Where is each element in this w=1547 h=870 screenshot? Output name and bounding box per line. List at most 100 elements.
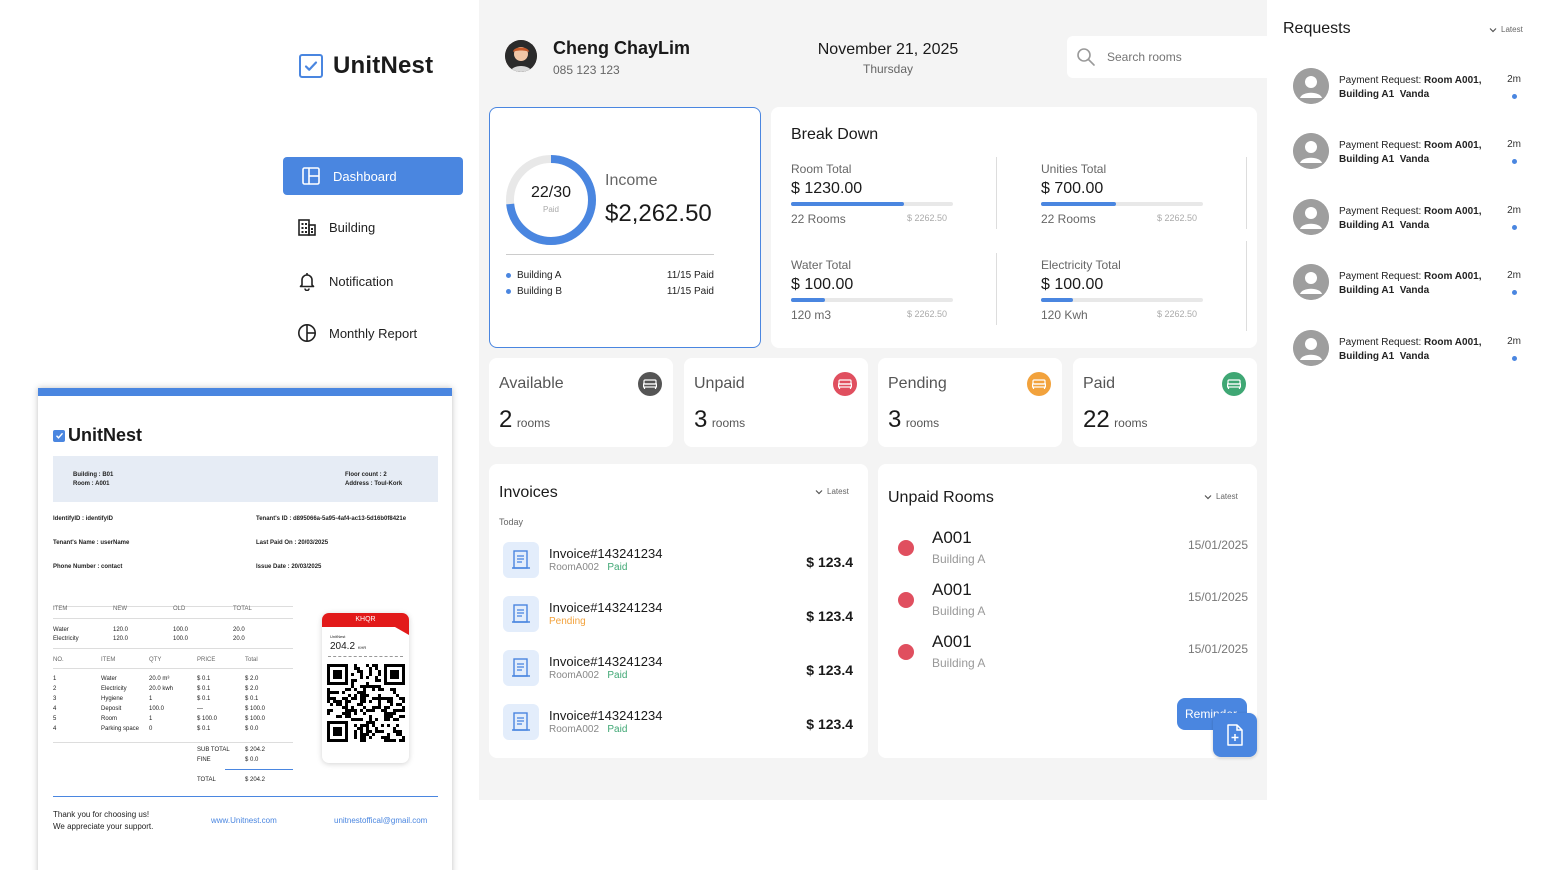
item-cell: $ 0.1 [197, 676, 211, 682]
unpaid-status-dot [898, 540, 914, 556]
doc-fine-label: FINE [197, 757, 211, 763]
nav-item-building[interactable]: Building [283, 208, 463, 246]
doc-thanks-2: We appreciate your support. [53, 822, 154, 831]
request-item[interactable]: Payment Request: Room A001, Building A1 V… [1293, 199, 1523, 239]
breakdown-max: $ 2262.50 [907, 213, 948, 223]
stat-value: 22 rooms [1083, 406, 1148, 434]
khqr-card[interactable]: KHQR UnitNest 204.2 KHR [322, 613, 409, 763]
doc-tenant-id: Tenant's ID : d895066a-5a95-4af4-ac13-5d… [256, 516, 407, 522]
nav-item-notification[interactable]: Notification [283, 262, 463, 300]
user-avatar-icon [1293, 68, 1329, 104]
room-name: A001 [932, 528, 972, 547]
request-building: Building A1 [1339, 220, 1395, 231]
invoices-title: Invoices [499, 484, 558, 501]
brand-logo[interactable]: UnitNest [299, 52, 433, 80]
doc-website-link[interactable]: www.Unitnest.com [211, 816, 277, 825]
invoice-meta: RoomA002 Paid [549, 562, 627, 573]
invoice-status: Paid [607, 670, 628, 681]
room-due-date: 15/01/2025 [1187, 590, 1248, 604]
unpaid-room-row[interactable]: A001 Building A 15/01/2025 [898, 528, 1248, 572]
user-avatar-icon [1293, 199, 1329, 235]
progress-fill [791, 298, 826, 302]
breakdown-electricity-total: Electricity Total $ 100.00 120 Kwh $ 226… [1041, 258, 1211, 323]
chevron-down-icon [815, 489, 823, 494]
search-bar[interactable] [1067, 36, 1267, 78]
unpaid-sort-dropdown[interactable]: Latest [1204, 492, 1238, 501]
invoice-amount: $ 123.4 [806, 716, 853, 732]
invoices-card: Invoices Latest Today Invoice#143241234 … [489, 464, 868, 758]
doc-subtotal-label: SUB TOTAL [197, 747, 230, 753]
request-item[interactable]: Payment Request: Room A001, Building A1 V… [1293, 133, 1523, 173]
user-phone: 085 123 123 [553, 63, 620, 77]
item-cell: 4 [53, 726, 57, 732]
invoice-status: Paid [607, 562, 628, 573]
unpaid-room-row[interactable]: A001 Building A 15/01/2025 [898, 632, 1248, 676]
building-paid: 11/15 Paid [666, 270, 714, 281]
qr-code-icon [327, 664, 405, 742]
doc-address: Address : Toul-Kork [345, 481, 403, 487]
unread-dot [1512, 225, 1517, 230]
bed-icon [1027, 372, 1051, 396]
stat-card-pending[interactable]: Pending 3 rooms [878, 358, 1062, 447]
invoice-document-preview[interactable]: UnitNest Building : B01 Room : A001 Floo… [38, 388, 452, 870]
request-building: Building A1 [1339, 89, 1395, 100]
item-cell: $ 0.1 [197, 696, 211, 702]
stat-card-available[interactable]: Available 2 rooms [489, 358, 673, 447]
divider [53, 618, 293, 619]
invoice-row[interactable]: Invoice#143241234 Pending $ 123.4 [503, 596, 853, 636]
request-time: 2m [1507, 336, 1521, 347]
room-building: Building A [932, 656, 986, 670]
sort-label: Latest [1216, 492, 1238, 501]
items-col-qty: QTY [149, 657, 162, 663]
requests-sort-dropdown[interactable]: Latest [1489, 25, 1523, 34]
invoice-meta: RoomA002 Paid [549, 724, 627, 735]
nav-item-monthly-report[interactable]: Monthly Report [283, 314, 463, 352]
user-avatar-icon [1293, 330, 1329, 366]
divider [225, 769, 293, 770]
invoice-row[interactable]: Invoice#143241234 RoomA002 Paid $ 123.4 [503, 542, 853, 582]
invoice-room: RoomA002 [549, 670, 600, 681]
item-cell: $ 2.0 [245, 676, 259, 682]
stat-count: 2 [499, 406, 513, 433]
request-item[interactable]: Payment Request: Room A001, Building A1 V… [1293, 264, 1523, 304]
stat-unit: rooms [1114, 416, 1148, 430]
doc-tenant-name: Tenant's Name : userName [53, 540, 130, 546]
new-document-button[interactable] [1213, 713, 1257, 757]
stat-unit: rooms [516, 416, 551, 430]
receipt-icon [503, 650, 539, 686]
item-cell: 4 [53, 706, 57, 712]
doc-email-link[interactable]: unitnestoffical@gmail.com [334, 816, 427, 825]
invoice-row[interactable]: Invoice#143241234 RoomA002 Paid $ 123.4 [503, 650, 853, 690]
user-avatar-icon [1293, 133, 1329, 169]
stat-card-unpaid[interactable]: Unpaid 3 rooms [684, 358, 868, 447]
meter-cell: 20.0 [233, 636, 245, 642]
nav-item-dashboard[interactable]: Dashboard [283, 157, 463, 195]
building-paid: 11/15 Paid [666, 286, 714, 297]
search-input[interactable] [1107, 47, 1257, 67]
bullet [506, 273, 511, 278]
invoice-row[interactable]: Invoice#143241234 RoomA002 Paid $ 123.4 [503, 704, 853, 744]
item-cell: Room [101, 716, 118, 722]
divider [53, 668, 293, 669]
doc-brand: UnitNest [53, 425, 142, 446]
user-avatar[interactable] [505, 40, 537, 72]
request-text: Payment Request: Room A001, Building A1 V… [1339, 74, 1499, 102]
unread-dot [1512, 290, 1517, 295]
invoices-sort-dropdown[interactable]: Latest [815, 487, 849, 496]
meter-col-total: TOTAL [233, 606, 252, 612]
stat-card-paid[interactable]: Paid 22 rooms [1073, 358, 1257, 447]
unpaid-room-row[interactable]: A001 Building A 15/01/2025 [898, 580, 1248, 624]
request-item[interactable]: Payment Request: Room A001, Building A1 V… [1293, 330, 1523, 370]
chevron-down-icon [1204, 494, 1212, 499]
main-content: Cheng ChayLim 085 123 123 November 21, 2… [479, 0, 1267, 800]
divider [53, 742, 293, 743]
request-item[interactable]: Payment Request: Room A001, Building A1 V… [1293, 68, 1523, 108]
building-status-row: Building B 11/15 Paid [506, 286, 714, 300]
sort-label: Latest [827, 487, 849, 496]
stat-unit: rooms [711, 416, 746, 430]
request-time: 2m [1507, 74, 1521, 85]
user-name: Cheng ChayLim [553, 38, 691, 58]
item-cell: 0 [149, 726, 153, 732]
invoice-status: Paid [607, 724, 628, 735]
meter-cell: 20.0 [233, 627, 245, 633]
